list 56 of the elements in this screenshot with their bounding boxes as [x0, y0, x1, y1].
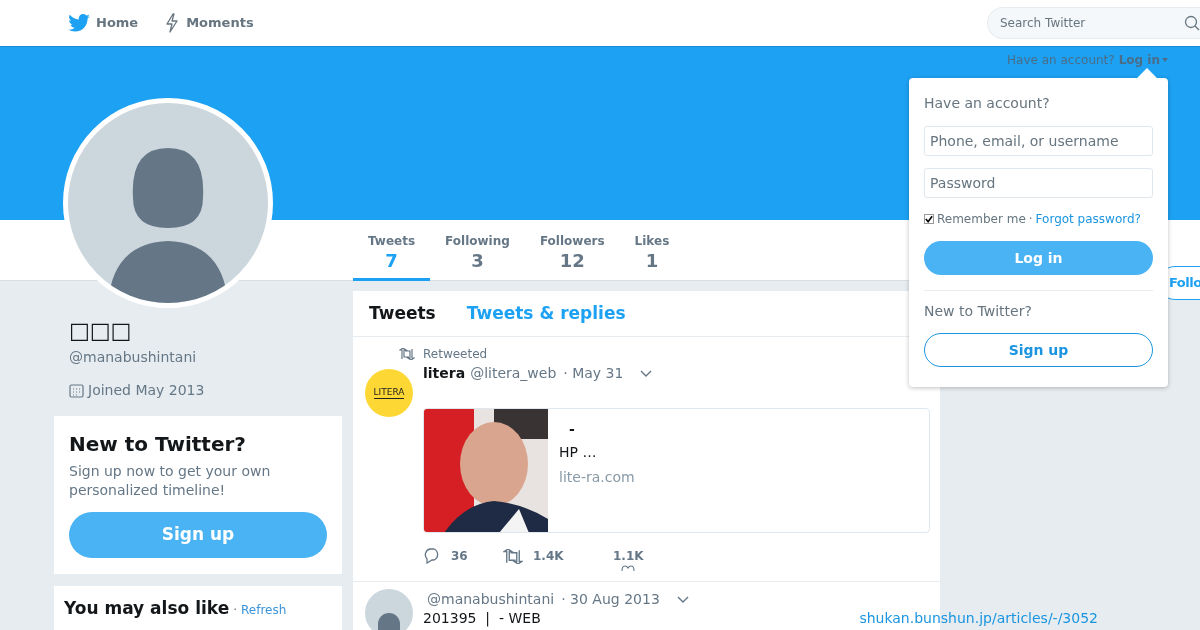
tweet-author-name: litera [423, 364, 466, 383]
remember-label: Remember me [937, 211, 1026, 228]
retweeted-label: Retweeted [423, 346, 488, 363]
timeline-tab[interactable]: Tweets [369, 300, 436, 327]
login-button[interactable]: Log in [924, 241, 1153, 275]
tweet-date: · 30 Aug 2013 [561, 590, 660, 609]
tweet-author-handle: @manabushintani [427, 590, 555, 609]
separator-dot: · [233, 602, 237, 619]
signup-button[interactable]: Sign up [924, 333, 1153, 367]
tweet-link[interactable]: shukan.bunshun.jp/articles/-/3052 [859, 610, 1098, 626]
nav-link[interactable]: Home [68, 13, 139, 33]
tweet-date: · May 31 [563, 364, 624, 383]
signup-prompt: New to Twitter? [924, 302, 1033, 321]
calendar-icon [69, 383, 84, 398]
caret-icon [1162, 58, 1168, 62]
username-field[interactable]: Phone, email, or username [924, 126, 1153, 156]
tweet-text: 201395 | - WEB [423, 610, 541, 626]
profile-stat-tab[interactable]: Tweets 7 [353, 220, 431, 281]
signup-button[interactable]: Sign up [69, 512, 327, 558]
profile-stat-tab[interactable]: Followers 12 [524, 220, 620, 281]
bird-icon [68, 14, 90, 32]
link-preview-card[interactable]: - HP … lite-ra.com [423, 408, 930, 533]
reply-icon[interactable] [423, 548, 441, 564]
profile-stat-tab[interactable]: Likes 1 [619, 220, 685, 281]
chevron-down-icon[interactable] [640, 369, 653, 378]
search-field[interactable]: Search Twitter [987, 7, 1200, 39]
separator-dot: · [1028, 211, 1033, 228]
profile-name: □□□ [69, 317, 133, 345]
profile-stat-tab[interactable]: Following 3 [430, 220, 525, 281]
card-title: New to Twitter? [69, 431, 247, 458]
dropdown-title: Have an account? [924, 94, 1051, 113]
nav-link[interactable]: Moments [164, 13, 254, 33]
login-link[interactable]: Log in [1118, 51, 1168, 69]
retweet-icon[interactable] [503, 548, 523, 564]
profile-handle: @manabushintani [69, 348, 198, 367]
login-prompt: Have an account? [1007, 52, 1115, 69]
refresh-link[interactable]: Refresh [241, 601, 287, 619]
password-field[interactable]: Password [924, 168, 1153, 198]
account-avatar: LITERA [365, 369, 413, 417]
chevron-down-icon[interactable] [676, 595, 689, 604]
like-count: 1.1K [613, 548, 644, 565]
search-icon [1184, 15, 1200, 31]
retweet-icon [399, 348, 415, 360]
retweet-count: 1.4K [533, 548, 564, 565]
tweet-author-handle: @litera_web [470, 364, 557, 383]
card-description: Sign up now to get your own personalized timeline! [69, 462, 272, 500]
card-title: - [568, 420, 576, 439]
reply-count: 36 [451, 548, 468, 565]
forgot-password-link[interactable]: Forgot password? [1035, 210, 1141, 228]
card-title: You may also like [64, 597, 230, 620]
timeline-tab[interactable]: Tweets & replies [466, 300, 626, 327]
account-avatar [365, 589, 413, 630]
card-description: HP … [559, 443, 598, 462]
joined-date: Joined May 2013 [88, 381, 205, 400]
card-domain: lite-ra.com [559, 468, 635, 487]
remember-checkbox[interactable] [924, 214, 934, 224]
